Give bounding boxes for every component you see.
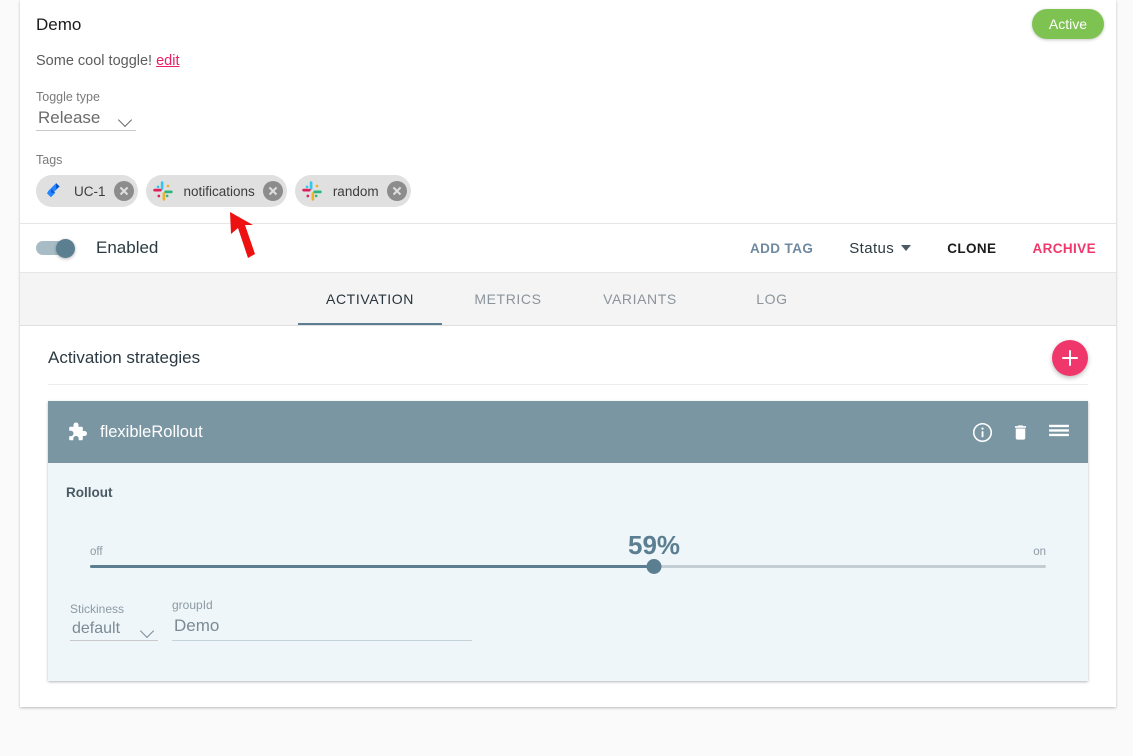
- tag-chip[interactable]: random: [295, 175, 411, 207]
- toggle-type-select-wrap[interactable]: ReleaseExperimentOperationalKill switchP…: [36, 106, 136, 131]
- status-dropdown-label: Status: [849, 240, 894, 257]
- tab-activation[interactable]: ACTIVATION: [298, 273, 442, 325]
- activation-strategies-panel: Activation strategies flexibleRollout: [20, 326, 1116, 707]
- add-tag-button[interactable]: ADD TAG: [746, 235, 817, 262]
- tag-chip[interactable]: notifications: [146, 175, 287, 207]
- rollout-label: Rollout: [66, 485, 1070, 500]
- feature-tabs: ACTIVATIONMETRICSVARIANTSLOG: [20, 272, 1116, 326]
- stickiness-select[interactable]: defaultuserIdsessionIdrandom: [70, 618, 158, 641]
- tab-metrics[interactable]: METRICS: [442, 273, 574, 325]
- activation-strategies-header: Activation strategies: [48, 344, 1088, 385]
- status-dropdown-button[interactable]: Status: [845, 234, 915, 263]
- remove-tag-icon[interactable]: [114, 181, 134, 201]
- feature-description-text: Some cool toggle!: [36, 53, 152, 69]
- slack-icon: [152, 180, 174, 202]
- switch-knob: [56, 239, 75, 258]
- slider-off-label: off: [90, 546, 103, 558]
- tag-chip-label: random: [323, 184, 387, 199]
- tag-chip-label: notifications: [174, 184, 263, 199]
- rollout-slider[interactable]: off on 59%: [90, 522, 1046, 576]
- strategy-name: flexibleRollout: [100, 423, 203, 442]
- stickiness-label: Stickiness: [70, 602, 158, 616]
- archive-button[interactable]: ARCHIVE: [1028, 235, 1100, 262]
- jira-icon: [42, 180, 64, 202]
- edit-link[interactable]: edit: [156, 53, 179, 69]
- enabled-switch[interactable]: [36, 239, 80, 257]
- groupid-group: groupId: [172, 598, 472, 641]
- tag-chip[interactable]: UC-1: [36, 175, 138, 207]
- feature-toolbar: Enabled ADD TAG Status CLONE ARCHIVE: [20, 224, 1116, 272]
- status-badge: Active: [1032, 9, 1104, 39]
- strategy-card-body: Rollout off on 59% Stickiness: [48, 463, 1088, 681]
- remove-tag-icon[interactable]: [263, 181, 283, 201]
- info-icon[interactable]: [972, 422, 993, 443]
- groupid-label: groupId: [172, 598, 472, 612]
- strategy-card: flexibleRollout: [48, 401, 1088, 681]
- tags-group: Tags UC-1 notifications random: [36, 153, 1100, 207]
- chevron-down-icon: [901, 245, 911, 251]
- slider-track[interactable]: [90, 565, 1046, 568]
- toggle-type-label: Toggle type: [36, 90, 1100, 104]
- app-page: Active Demo Some cool toggle! edit Toggl…: [0, 0, 1133, 756]
- tags-label: Tags: [36, 153, 1100, 167]
- stickiness-select-wrap[interactable]: defaultuserIdsessionIdrandom: [70, 618, 158, 641]
- strategy-identity: flexibleRollout: [64, 420, 203, 444]
- toggle-type-group: Toggle type ReleaseExperimentOperational…: [36, 90, 1100, 131]
- page-title: Demo: [36, 14, 1100, 36]
- tab-variants[interactable]: VARIANTS: [574, 273, 706, 325]
- slider-fill: [90, 565, 654, 568]
- slider-on-label: on: [1033, 546, 1046, 558]
- delete-icon[interactable]: [1011, 422, 1030, 443]
- toolbar-actions: ADD TAG Status CLONE ARCHIVE: [746, 234, 1100, 263]
- enabled-group: Enabled: [36, 238, 158, 258]
- tag-list: UC-1 notifications random: [36, 175, 1100, 207]
- drag-handle-icon[interactable]: [1048, 423, 1070, 441]
- slack-icon: [301, 180, 323, 202]
- strategy-parameters: Stickiness defaultuserIdsessionIdrandom …: [66, 598, 1070, 641]
- tag-chip-label: UC-1: [64, 184, 114, 199]
- add-strategy-button[interactable]: [1052, 340, 1088, 376]
- activation-strategies-title: Activation strategies: [48, 348, 200, 368]
- puzzle-piece-icon: [64, 420, 88, 444]
- remove-tag-icon[interactable]: [387, 181, 407, 201]
- enabled-label: Enabled: [96, 238, 158, 258]
- strategy-card-header: flexibleRollout: [48, 401, 1088, 463]
- feature-header: Active Demo Some cool toggle! edit Toggl…: [20, 0, 1116, 223]
- slider-thumb[interactable]: [647, 559, 662, 574]
- groupid-input[interactable]: [172, 614, 472, 641]
- tab-log[interactable]: LOG: [706, 273, 838, 325]
- strategy-card-actions: [972, 422, 1070, 443]
- rollout-percent-value: 59%: [628, 530, 680, 561]
- feature-toggle-card: Active Demo Some cool toggle! edit Toggl…: [20, 0, 1116, 707]
- feature-description: Some cool toggle! edit: [36, 52, 1100, 70]
- clone-button[interactable]: CLONE: [943, 235, 1000, 262]
- stickiness-group: Stickiness defaultuserIdsessionIdrandom: [70, 602, 158, 641]
- toggle-type-select[interactable]: ReleaseExperimentOperationalKill switchP…: [36, 106, 136, 131]
